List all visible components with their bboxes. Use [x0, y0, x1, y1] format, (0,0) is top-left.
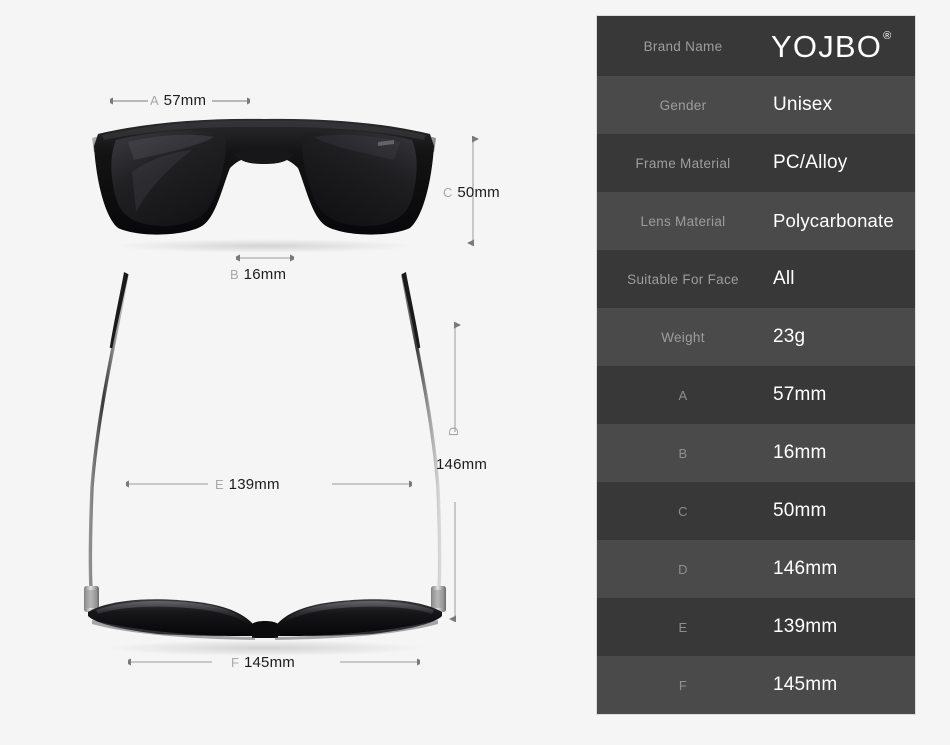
spec-key: D: [678, 561, 688, 577]
spec-key: Suitable For Face: [627, 271, 739, 287]
spec-value: 146mm: [773, 558, 838, 579]
dimension-letter-e: E: [215, 477, 224, 492]
spec-value: PC/Alloy: [773, 152, 848, 173]
table-row-weight: Weight 23g: [597, 308, 915, 366]
dimension-value-a: 57mm: [163, 92, 207, 109]
product-spec-page: A 57mm C 50mm B 16mm D 146mm E 139mm F 1…: [0, 0, 950, 745]
dimension-label-f: F 145mm: [231, 654, 295, 671]
table-row-dimension-a: A 57mm: [597, 366, 915, 424]
spec-key: F: [678, 677, 688, 693]
dimension-arrow-b: [236, 254, 294, 262]
table-row-gender: Gender Unisex: [597, 76, 915, 134]
sunglasses-front-view: [92, 118, 436, 252]
spec-value: 23g: [773, 326, 806, 347]
spec-value: Unisex: [773, 94, 833, 115]
table-row-frame-material: Frame Material PC/Alloy: [597, 134, 915, 192]
dimension-letter-a: A: [150, 93, 159, 108]
table-row-dimension-d: D 146mm: [597, 540, 915, 598]
table-row-suitable-for-face: Suitable For Face All: [597, 250, 915, 308]
dimension-value-c: 50mm: [457, 184, 500, 201]
dimension-arrow-d: [454, 322, 461, 432]
spec-value: 50mm: [773, 500, 827, 521]
dimension-letter-f: F: [231, 655, 239, 670]
table-row-lens-material: Lens Material Polycarbonate: [597, 192, 915, 250]
table-row-dimension-f: F 145mm: [597, 656, 915, 714]
dimension-letter-c: C: [443, 185, 453, 200]
spec-value: 145mm: [773, 674, 838, 695]
spec-key: Frame Material: [635, 155, 731, 171]
table-row-dimension-b: B 16mm: [597, 424, 915, 482]
spec-value: All: [773, 268, 795, 289]
brand-logo-text: YOJBO: [771, 28, 883, 64]
spec-key: Gender: [659, 97, 707, 113]
dimension-label-a: A 57mm: [150, 92, 206, 109]
spec-key: C: [678, 503, 688, 519]
dimension-label-e: E 139mm: [215, 476, 280, 493]
spec-key: Brand Name: [643, 38, 723, 54]
spec-key: A: [678, 387, 688, 403]
dimension-value-f: 145mm: [243, 654, 295, 671]
table-row-dimension-c: C 50mm: [597, 482, 915, 540]
dimension-value-e: 139mm: [228, 476, 280, 493]
dimension-arrow-d-lower: [449, 502, 456, 622]
spec-key: E: [678, 619, 688, 635]
dimension-value-d: 146mm: [436, 456, 488, 473]
spec-value: 57mm: [773, 384, 827, 405]
spec-value: Polycarbonate: [773, 210, 894, 231]
spec-key: B: [678, 445, 688, 461]
spec-value: 16mm: [773, 442, 827, 463]
specification-table: Brand Name YOJBO® Gender Unisex Frame Ma…: [596, 15, 916, 715]
spec-key: Weight: [661, 329, 705, 345]
table-row-dimension-e: E 139mm: [597, 598, 915, 656]
dimension-diagram-panel: A 57mm C 50mm B 16mm D 146mm E 139mm F 1…: [0, 0, 580, 745]
spec-key: Lens Material: [640, 213, 726, 229]
dimension-letter-d: D: [446, 426, 462, 437]
table-row-brand-name: Brand Name YOJBO®: [597, 16, 915, 76]
spec-value: 139mm: [773, 616, 838, 637]
sunglasses-top-down-view: [84, 272, 446, 656]
registered-trademark-icon: ®: [883, 30, 892, 43]
dimension-label-c: C 50mm: [443, 184, 500, 201]
brand-logo: YOJBO®: [769, 31, 915, 62]
